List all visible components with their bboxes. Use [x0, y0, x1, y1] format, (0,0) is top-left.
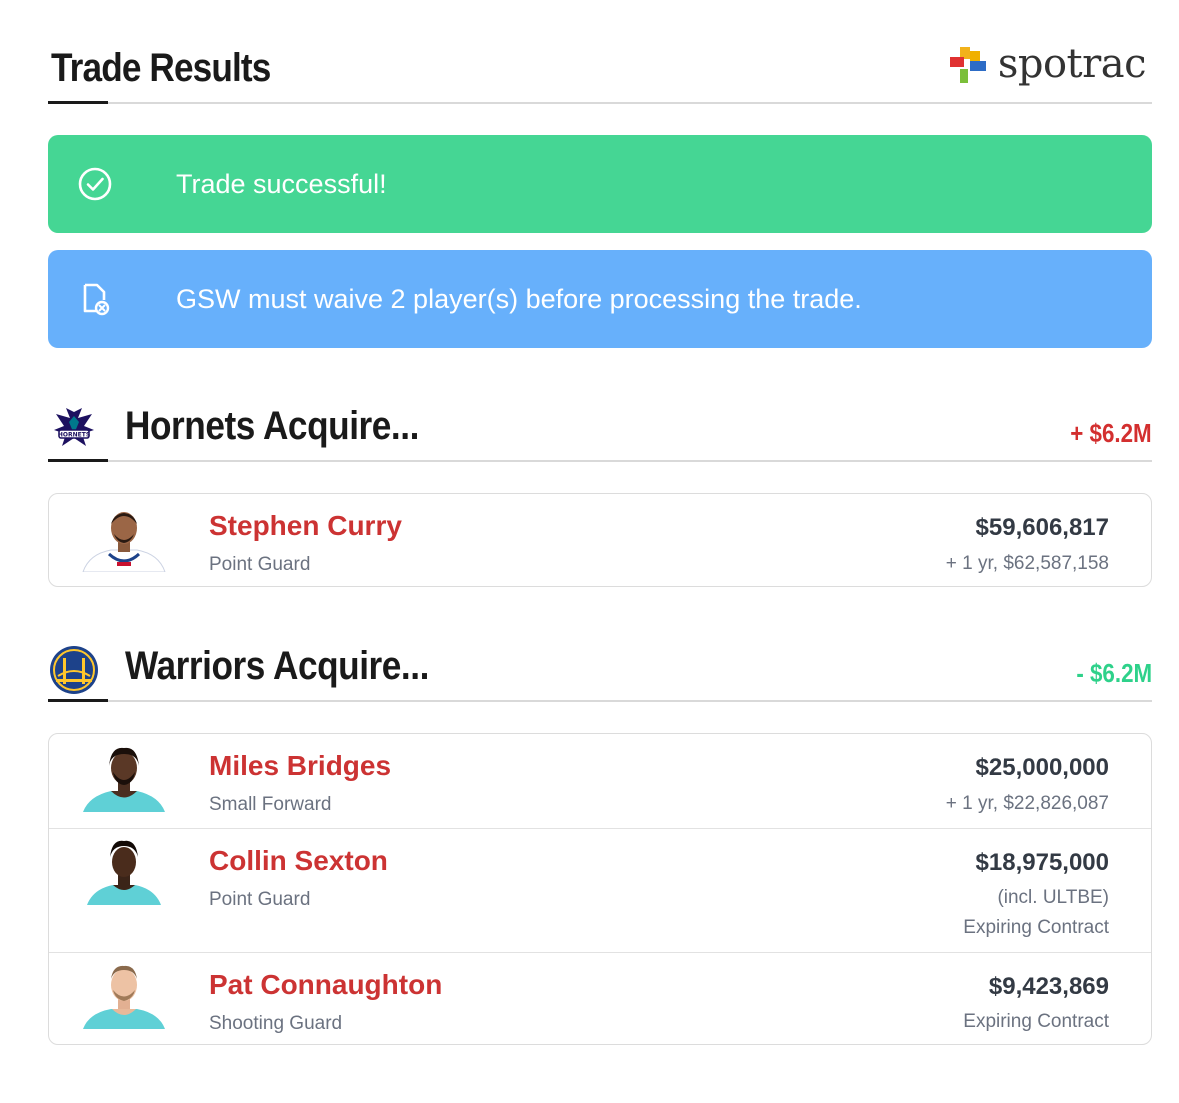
- hornets-logo: HORNETS: [54, 408, 94, 446]
- player-headshot: [83, 747, 165, 812]
- player-salary: $25,000,000: [975, 754, 1109, 781]
- player-salary: $59,606,817: [975, 514, 1109, 541]
- list-item[interactable]: Pat Connaughton Shooting Guard $9,423,86…: [49, 952, 1151, 1044]
- check-circle-icon: [78, 167, 112, 201]
- contract-note: + 1 yr, $62,587,158: [945, 553, 1109, 574]
- warriors-logo: [50, 646, 98, 694]
- player-name[interactable]: Stephen Curry: [209, 510, 402, 542]
- list-item[interactable]: Miles Bridges Small Forward $25,000,000 …: [49, 734, 1151, 828]
- spotrac-mark-icon: [949, 47, 986, 83]
- player-position: Point Guard: [209, 554, 311, 575]
- player-position: Shooting Guard: [209, 1013, 343, 1034]
- section-divider: [48, 699, 1152, 702]
- success-message: Trade successful!: [176, 168, 387, 199]
- cap-delta-hornets: + $6.2M: [1070, 418, 1152, 448]
- contract-note: (incl. ULTBE): [997, 887, 1109, 908]
- player-name[interactable]: Miles Bridges: [209, 750, 391, 782]
- warriors-section-header: Warriors Acquire... - $6.2M: [48, 638, 1152, 702]
- player-salary: $18,975,000: [975, 849, 1109, 876]
- section-title-warriors: Warriors Acquire...: [125, 644, 429, 688]
- section-divider: [48, 459, 1152, 462]
- document-x-icon: [83, 283, 110, 316]
- player-headshot: [87, 840, 161, 905]
- contract-note: + 1 yr, $22,826,087: [945, 793, 1109, 814]
- section-title-hornets: Hornets Acquire...: [125, 404, 419, 448]
- player-position: Small Forward: [209, 794, 332, 815]
- player-headshot: [82, 512, 166, 572]
- page-title: Trade Results: [51, 46, 271, 90]
- cap-delta-warriors: - $6.2M: [1076, 658, 1152, 688]
- header-divider: [48, 101, 1152, 104]
- hornets-player-list: Stephen Curry Point Guard $59,606,817 + …: [48, 493, 1152, 587]
- spotrac-logo[interactable]: spotrac: [948, 41, 1147, 87]
- contract-status: Expiring Contract: [963, 917, 1109, 938]
- info-message: GSW must waive 2 player(s) before proces…: [176, 283, 862, 314]
- spotrac-wordmark: spotrac: [997, 41, 1147, 87]
- success-alert: Trade successful!: [48, 135, 1152, 233]
- info-alert: GSW must waive 2 player(s) before proces…: [48, 250, 1152, 348]
- hornets-section-header: HORNETS Hornets Acquire... + $6.2M: [48, 398, 1152, 462]
- player-position: Point Guard: [209, 889, 311, 910]
- list-item[interactable]: Stephen Curry Point Guard $59,606,817 + …: [49, 494, 1151, 586]
- player-headshot: [83, 965, 165, 1029]
- page-header: Trade Results spotrac: [48, 40, 1152, 104]
- contract-status: Expiring Contract: [963, 1011, 1109, 1032]
- player-salary: $9,423,869: [988, 973, 1109, 1000]
- svg-text:HORNETS: HORNETS: [58, 432, 90, 439]
- warriors-player-list: Miles Bridges Small Forward $25,000,000 …: [48, 733, 1152, 1045]
- list-item[interactable]: Collin Sexton Point Guard $18,975,000 (i…: [49, 828, 1151, 952]
- player-name[interactable]: Collin Sexton: [209, 845, 388, 877]
- player-name[interactable]: Pat Connaughton: [209, 969, 442, 1001]
